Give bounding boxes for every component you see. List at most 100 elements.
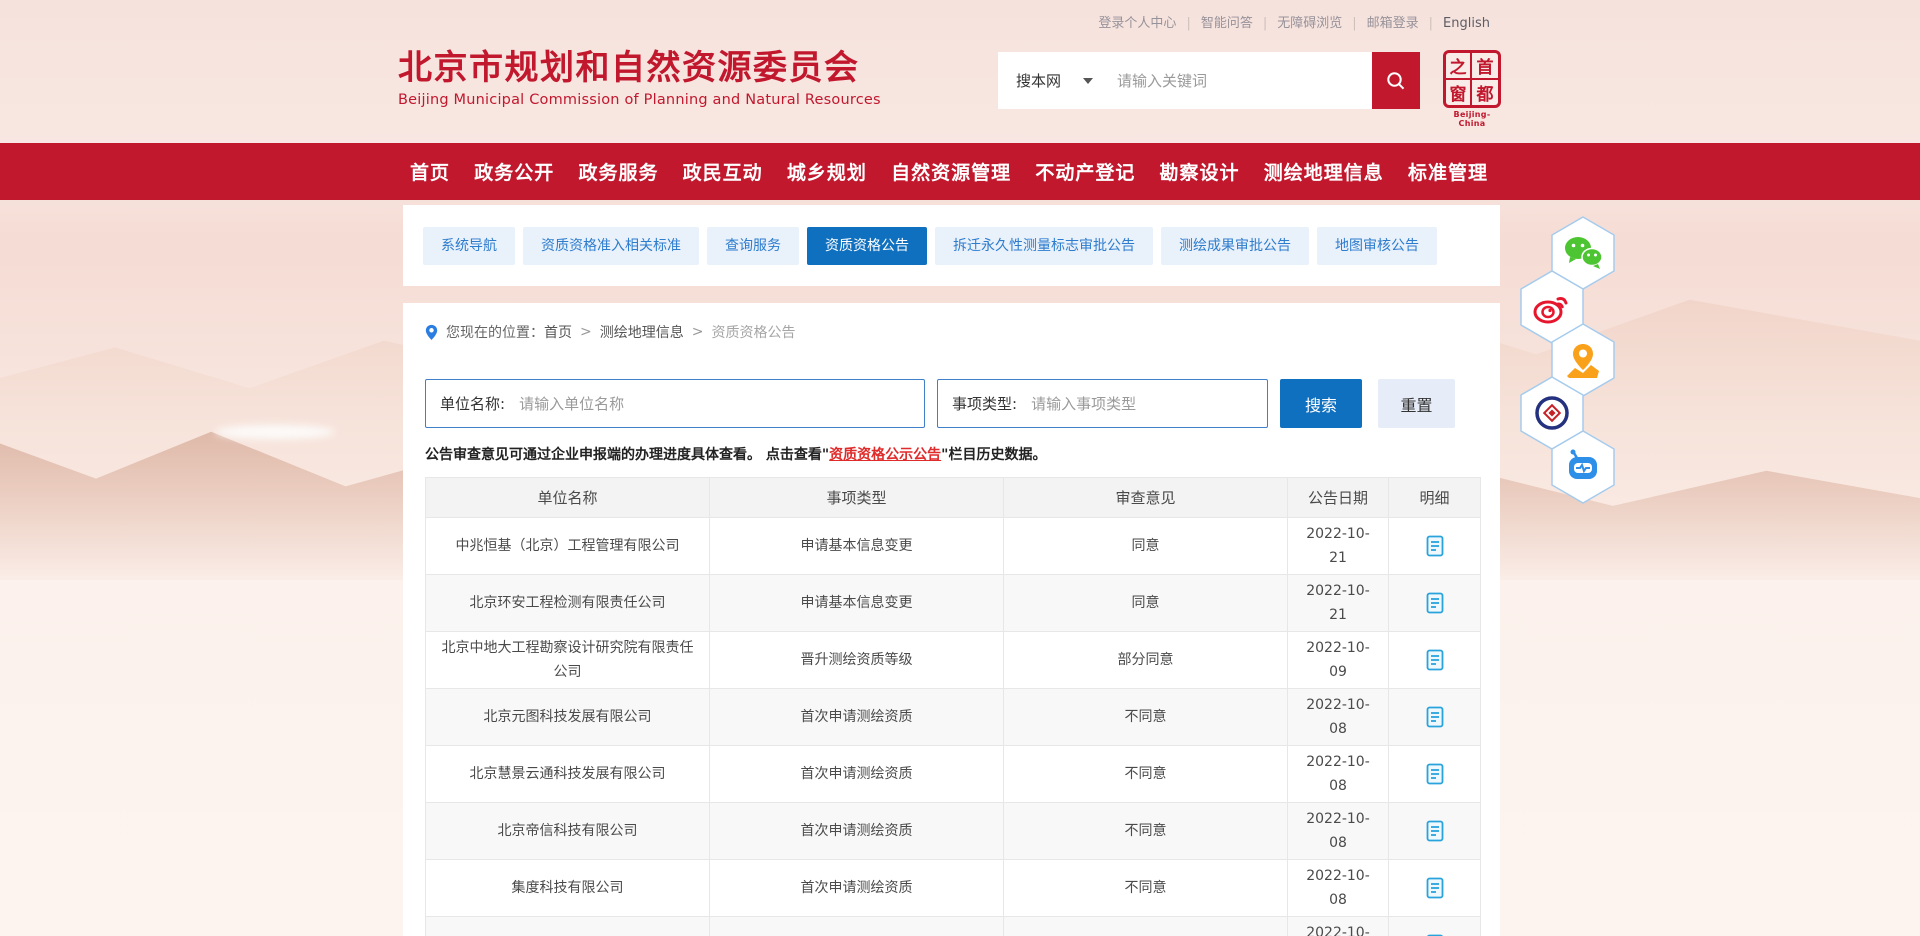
detail-link[interactable] xyxy=(1425,535,1445,557)
cell-company: 北京中地大工程勘察设计研究院有限责任公司 xyxy=(426,632,710,689)
beijing-china-badge[interactable]: 之 首 窗 都 Beijing-China xyxy=(1443,50,1501,128)
notice-after: "栏目历史数据。 xyxy=(941,447,1046,463)
cell-date: 2022-10-08 xyxy=(1288,803,1389,860)
detail-icon xyxy=(1425,706,1445,728)
nav-item[interactable]: 标准管理 xyxy=(1408,158,1488,185)
cell-company: 北京元图科技发展有限公司 xyxy=(426,689,710,746)
sidebar-robot[interactable] xyxy=(1550,430,1616,504)
nav-item[interactable]: 不动产登记 xyxy=(1035,158,1135,185)
filter-bar: 单位名称: 事项类型: 搜索 重置 xyxy=(425,379,1478,428)
section-tabs: 系统导航资质资格准入相关标准查询服务资质资格公告拆迁永久性测量标志审批公告测绘成… xyxy=(403,205,1500,286)
badge-char: 窗 xyxy=(1446,80,1472,105)
cell-company: 集度科技有限公司 xyxy=(426,860,710,917)
item-type-input[interactable] xyxy=(1017,380,1267,427)
tab[interactable]: 查询服务 xyxy=(707,227,799,265)
badge-char: 首 xyxy=(1472,53,1498,80)
chevron-down-icon[interactable] xyxy=(1083,78,1093,84)
topbar-link[interactable]: 邮箱登录 xyxy=(1367,16,1419,31)
topbar-separator: | xyxy=(1186,16,1190,31)
detail-link[interactable] xyxy=(1425,706,1445,728)
tab[interactable]: 系统导航 xyxy=(423,227,515,265)
detail-link[interactable] xyxy=(1425,649,1445,671)
cell-opinion: 不同意 xyxy=(1004,746,1288,803)
breadcrumb-item[interactable]: 首页 xyxy=(544,322,572,342)
main-nav-items: 首页政务公开政务服务政民互动城乡规划自然资源管理不动产登记勘察设计测绘地理信息标… xyxy=(410,143,1488,200)
topbar-separator: | xyxy=(1263,16,1267,31)
search-icon xyxy=(1384,69,1408,93)
cell-detail xyxy=(1389,689,1481,746)
topbar-link[interactable]: English xyxy=(1443,16,1490,31)
nav-item[interactable]: 政民互动 xyxy=(683,158,763,185)
cell-type: 申请基本信息变更 xyxy=(710,575,1004,632)
company-name-input[interactable] xyxy=(505,380,924,427)
detail-icon xyxy=(1425,877,1445,899)
topbar-link[interactable]: 登录个人中心 xyxy=(1098,16,1176,31)
cell-type: 首次申请测绘资质 xyxy=(710,917,1004,936)
breadcrumb-item[interactable]: 测绘地理信息 xyxy=(600,322,684,342)
wechat-icon xyxy=(1561,233,1605,273)
table-row: 集度科技有限公司首次申请测绘资质不同意2022-10-08 xyxy=(426,860,1481,917)
tab[interactable]: 资质资格准入相关标准 xyxy=(523,227,699,265)
cell-detail xyxy=(1389,746,1481,803)
nav-item[interactable]: 自然资源管理 xyxy=(891,158,1011,185)
cell-date: 2022-10-21 xyxy=(1288,518,1389,575)
breadcrumb-items: 首页>测绘地理信息>资质资格公告 xyxy=(544,322,795,342)
nav-item[interactable]: 勘察设计 xyxy=(1160,158,1240,185)
cell-company: 北京环安工程检测有限责任公司 xyxy=(426,575,710,632)
search-input[interactable] xyxy=(1093,52,1372,109)
cell-type: 首次申请测绘资质 xyxy=(710,803,1004,860)
cell-date: 2022-10-08 xyxy=(1288,917,1389,936)
map-location-icon xyxy=(1561,340,1605,380)
notice-link[interactable]: 资质资格公示公告 xyxy=(829,447,941,463)
tab[interactable]: 测绘成果审批公告 xyxy=(1161,227,1309,265)
cell-detail xyxy=(1389,860,1481,917)
registration-emblem-icon xyxy=(1530,393,1574,433)
nav-item[interactable]: 首页 xyxy=(410,158,450,185)
filter-reset-button[interactable]: 重置 xyxy=(1378,379,1455,428)
topbar-link[interactable]: 无障碍浏览 xyxy=(1277,16,1342,31)
detail-link[interactable] xyxy=(1425,592,1445,614)
table-row: 首聘（北京）科技有限公司首次申请测绘资质不同意2022-10-08 xyxy=(426,917,1481,936)
search-button[interactable] xyxy=(1372,52,1420,109)
cell-company: 中兆恒基（北京）工程管理有限公司 xyxy=(426,518,710,575)
cell-detail xyxy=(1389,917,1481,936)
header-search-box: 搜本网 xyxy=(998,52,1372,109)
breadcrumb-item: 资质资格公告 xyxy=(711,322,795,342)
badge-caption: Beijing-China xyxy=(1443,110,1501,128)
cell-opinion: 部分同意 xyxy=(1004,632,1288,689)
cell-opinion: 同意 xyxy=(1004,575,1288,632)
nav-item[interactable]: 政务公开 xyxy=(474,158,554,185)
breadcrumb-separator: > xyxy=(580,324,592,340)
search-scope-select[interactable]: 搜本网 xyxy=(998,70,1061,91)
cell-type: 首次申请测绘资质 xyxy=(710,689,1004,746)
tab-active[interactable]: 资质资格公告 xyxy=(807,227,927,265)
tab[interactable]: 地图审核公告 xyxy=(1317,227,1437,265)
topbar-link[interactable]: 智能问答 xyxy=(1201,16,1253,31)
company-name-label: 单位名称: xyxy=(426,393,505,414)
column-header: 审查意见 xyxy=(1004,478,1288,518)
breadcrumb: 您现在的位置： 首页>测绘地理信息>资质资格公告 xyxy=(425,322,795,342)
detail-link[interactable] xyxy=(1425,820,1445,842)
column-header: 公告日期 xyxy=(1288,478,1389,518)
nav-item[interactable]: 测绘地理信息 xyxy=(1264,158,1384,185)
company-name-field: 单位名称: xyxy=(425,379,925,428)
cell-company: 首聘（北京）科技有限公司 xyxy=(426,917,710,936)
table-row: 北京中地大工程勘察设计研究院有限责任公司晋升测绘资质等级部分同意2022-10-… xyxy=(426,632,1481,689)
detail-link[interactable] xyxy=(1425,877,1445,899)
cell-type: 晋升测绘资质等级 xyxy=(710,632,1004,689)
notice-text: 公告审查意见可通过企业申报端的办理进度具体查看。 点击查看"资质资格公示公告"栏… xyxy=(425,444,1046,464)
cell-date: 2022-10-08 xyxy=(1288,746,1389,803)
cell-company: 北京帝信科技有限公司 xyxy=(426,803,710,860)
cell-date: 2022-10-08 xyxy=(1288,689,1389,746)
tab[interactable]: 拆迁永久性测量标志审批公告 xyxy=(935,227,1153,265)
topbar-separator: | xyxy=(1352,16,1356,31)
nav-item[interactable]: 政务服务 xyxy=(578,158,658,185)
nav-item[interactable]: 城乡规划 xyxy=(787,158,867,185)
filter-search-button[interactable]: 搜索 xyxy=(1280,379,1362,428)
cell-opinion: 不同意 xyxy=(1004,860,1288,917)
cell-opinion: 同意 xyxy=(1004,518,1288,575)
badge-char: 都 xyxy=(1472,80,1498,105)
badge-char: 之 xyxy=(1446,53,1472,80)
detail-link[interactable] xyxy=(1425,763,1445,785)
column-header: 事项类型 xyxy=(710,478,1004,518)
